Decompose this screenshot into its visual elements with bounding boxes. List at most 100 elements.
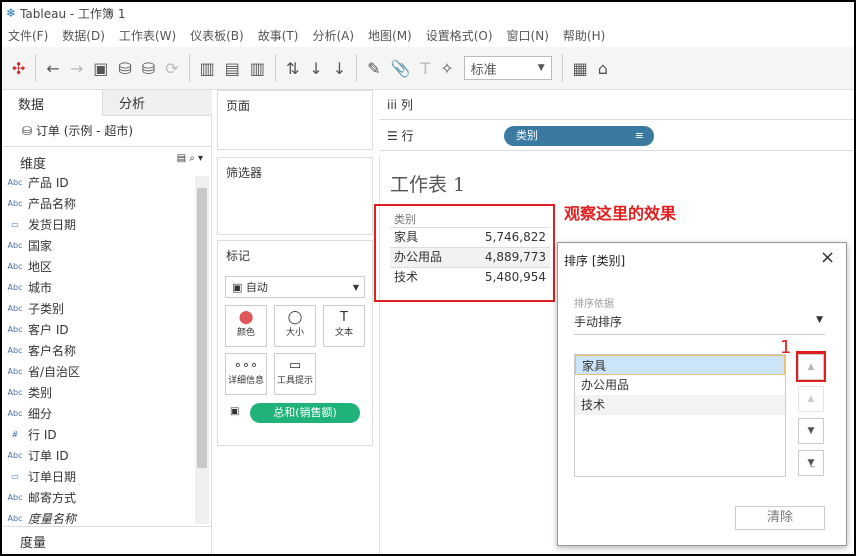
back-icon[interactable]: ←	[46, 59, 59, 78]
tab-data[interactable]: 数据	[2, 90, 102, 116]
tab-analysis[interactable]: 分析	[102, 90, 212, 116]
field-item[interactable]: Abc 细分	[2, 403, 53, 424]
tab-analysis-label: 分析	[119, 97, 146, 112]
category-cell: 技术	[394, 270, 419, 284]
menu-item[interactable]: 窗口(N)	[507, 27, 549, 44]
rows-label: 行	[401, 129, 414, 143]
field-item[interactable]: Abc 订单 ID	[2, 445, 69, 466]
highlight-icon[interactable]: ✎	[367, 59, 380, 78]
field-item[interactable]: ▭ 发货日期	[2, 214, 76, 235]
move-to-top-button[interactable]: ▲	[798, 354, 824, 380]
forward-icon[interactable]: →	[70, 59, 83, 78]
menu-item[interactable]: 分析(A)	[312, 27, 354, 44]
sort-dialog: 排序 [类别] × 排序依据 手动排序 ▼ 家具 办公用品 技术 1 ▲ ▲ ▼ ▼̲…	[557, 242, 847, 546]
menu-item[interactable]: 故事(T)	[258, 27, 299, 44]
menu-item[interactable]: 工作表(W)	[119, 27, 176, 44]
field-item[interactable]: Abc 地区	[2, 256, 53, 277]
menu-item[interactable]: 文件(F)	[8, 27, 48, 44]
search-icon[interactable]: ▤ ⌕ ▾	[177, 153, 203, 164]
field-item[interactable]: Abc 产品 ID	[2, 172, 69, 193]
presentation-icon[interactable]: ⌂	[598, 59, 608, 78]
filters-shelf[interactable]: 筛选器	[217, 157, 373, 235]
mark-card-color[interactable]: ⬤ 颜色	[225, 305, 267, 347]
string-type-icon: Abc	[7, 346, 23, 355]
mark-card-size[interactable]: ◯ 大小	[274, 305, 316, 347]
measure-pill[interactable]: 总和(销售额)	[250, 403, 360, 423]
tableau-home-icon[interactable]: ✣	[12, 59, 25, 78]
swap-icon[interactable]: ⇅	[286, 59, 299, 78]
columns-shelf[interactable]: iii 列	[379, 90, 854, 120]
card-label: 文本	[334, 328, 353, 338]
fit-select[interactable]: 标准 ▼	[463, 56, 552, 80]
menu-item[interactable]: 帮助(H)	[563, 27, 605, 44]
mark-card-tooltip[interactable]: ▭ 工具提示	[274, 353, 316, 395]
string-type-icon: Abc	[7, 409, 23, 418]
menu-item[interactable]: 设置格式(O)	[426, 27, 493, 44]
sort-list-item[interactable]: 技术	[575, 395, 785, 415]
field-item[interactable]: Abc 省/自治区	[2, 361, 81, 382]
menu-item[interactable]: 数据(D)	[62, 27, 105, 44]
field-item[interactable]: Abc 国家	[2, 235, 53, 256]
field-item[interactable]: Abc 类别	[2, 382, 53, 403]
number-type-icon: #	[11, 430, 19, 439]
paperclip-icon[interactable]: 📎	[391, 59, 411, 78]
field-name: 产品名称	[28, 197, 77, 211]
sheet-title: 工作表 1	[390, 174, 466, 196]
string-type-icon: Abc	[7, 283, 23, 292]
duplicate-sheet-icon[interactable]: ▤	[225, 59, 240, 78]
scrollbar[interactable]	[195, 176, 209, 524]
close-icon[interactable]: ×	[820, 247, 835, 268]
sort-list: 家具 办公用品 技术	[574, 354, 786, 477]
field-item[interactable]: Abc 产品名称	[2, 193, 77, 214]
chevron-down-icon: ▼	[816, 315, 823, 325]
sort-desc-icon[interactable]: ↓	[333, 59, 346, 78]
save-icon[interactable]: ▣	[93, 59, 108, 78]
field-item[interactable]: Abc 城市	[2, 277, 53, 298]
pause-icon[interactable]: ⛁	[142, 59, 155, 78]
pages-shelf[interactable]: 页面	[217, 90, 373, 150]
move-down-button[interactable]: ▼	[798, 418, 824, 444]
date-type-icon: ▭	[11, 220, 19, 229]
mark-card-text[interactable]: T 文本	[323, 305, 365, 347]
pin-icon[interactable]: ✧	[440, 59, 453, 78]
date-type-icon: ▭	[11, 472, 19, 481]
refresh-icon[interactable]: ⟳	[165, 59, 178, 78]
field-item[interactable]: Abc 客户 ID	[2, 319, 69, 340]
sort-asc-icon[interactable]: ↓	[309, 59, 322, 78]
sort-list-item[interactable]: 家具	[575, 355, 785, 375]
field-name: 城市	[28, 281, 53, 295]
string-type-icon: Abc	[7, 514, 23, 523]
menu-item[interactable]: 仪表板(B)	[190, 27, 244, 44]
move-up-button[interactable]: ▲	[798, 386, 824, 412]
pages-label: 页面	[226, 99, 251, 113]
sort-icon: ≡	[634, 129, 644, 142]
field-item[interactable]: Abc 子类别	[2, 298, 65, 319]
menu-item[interactable]: 地图(M)	[368, 27, 412, 44]
field-name: 地区	[28, 260, 53, 274]
field-item[interactable]: ▭ 订单日期	[2, 466, 76, 487]
string-type-icon: Abc	[7, 451, 23, 460]
show-me-icon[interactable]: ▦	[573, 59, 588, 78]
field-name: 订单 ID	[28, 449, 69, 463]
field-item[interactable]: Abc 客户名称	[2, 340, 77, 361]
clear-sheet-icon[interactable]: ▥	[250, 59, 265, 78]
field-name: 子类别	[28, 302, 65, 316]
mark-card-detail[interactable]: ∘∘∘ 详细信息	[225, 353, 267, 395]
new-sheet-icon[interactable]: ▥	[200, 59, 215, 78]
column-header: 类别	[394, 213, 416, 226]
row-pill[interactable]: 类别 ≡	[504, 126, 654, 146]
move-to-bottom-button[interactable]: ▼̲	[798, 450, 824, 476]
filters-label: 筛选器	[226, 166, 263, 180]
clear-button[interactable]: 清除	[735, 506, 825, 530]
sort-list-item[interactable]: 办公用品	[575, 375, 785, 395]
table-row: 技术 5,480,954	[390, 267, 550, 287]
sort-by-select[interactable]: 手动排序 ▼	[574, 313, 825, 335]
label-icon[interactable]: T	[420, 59, 430, 78]
field-item[interactable]: Abc 邮寄方式	[2, 487, 77, 508]
new-datasource-icon[interactable]: ⛁	[118, 59, 131, 78]
card-label: 工具提示	[276, 376, 313, 386]
field-item[interactable]: # 行 ID	[2, 424, 57, 445]
mark-type-select[interactable]: ▣ 自动 ▼	[225, 276, 365, 298]
tooltip-icon: ▭	[288, 358, 302, 373]
datasource-item[interactable]: ⛁ 订单 (示例 - 超市)	[22, 122, 133, 139]
